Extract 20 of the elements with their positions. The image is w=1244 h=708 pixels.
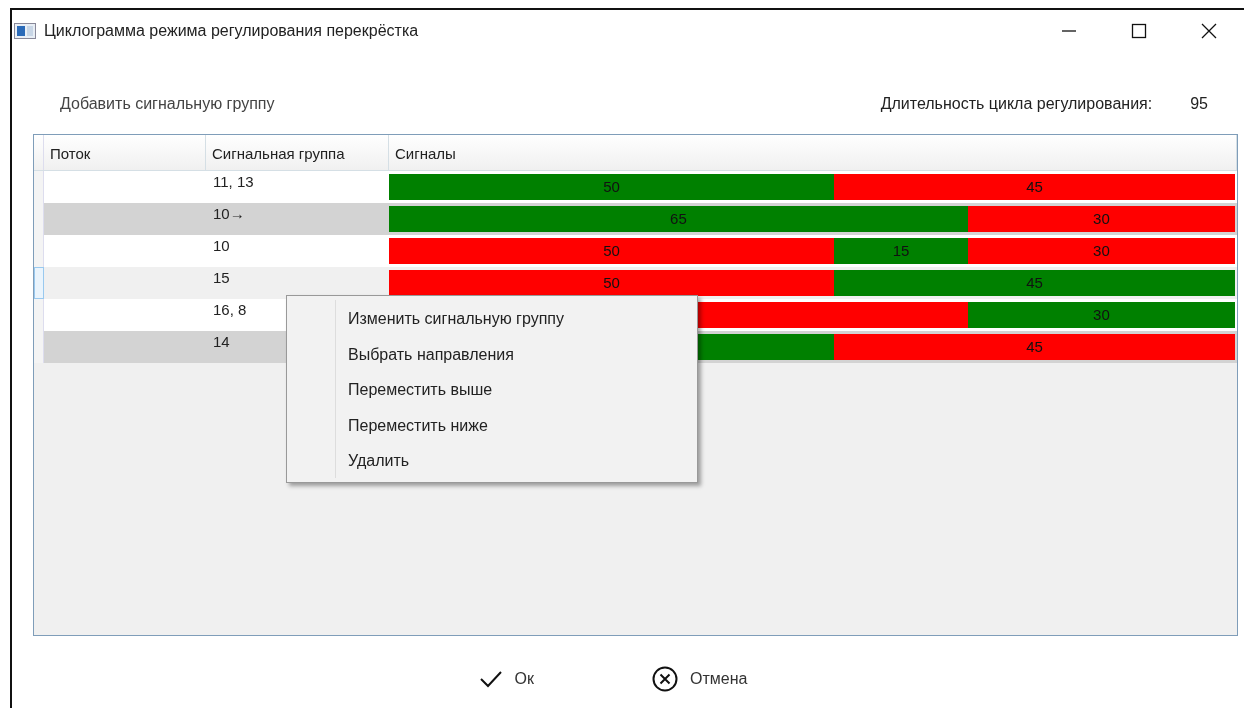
signal-segment: 50: [389, 238, 835, 264]
signal-segment: 30: [967, 238, 1235, 264]
signal-segment: 50: [389, 174, 835, 200]
cycle-label: Длительность цикла регулирования:: [880, 94, 1153, 114]
signal-segment: 15: [834, 238, 968, 264]
signal-segment: 30: [967, 302, 1235, 328]
window-title: Циклограмма режима регулирования перекрёстка: [44, 21, 420, 41]
table-cell-text: 16, 8: [212, 300, 248, 320]
signal-segment: 65: [389, 206, 968, 232]
table-cell-text: 14: [212, 332, 231, 352]
table-cell-text: 10→: [212, 204, 246, 224]
cycle-value: 95: [1190, 94, 1208, 114]
signal-segment: 45: [834, 334, 1235, 360]
signal-segment: 30: [967, 206, 1235, 232]
signal-segment: 45: [834, 174, 1235, 200]
table-cell-text: 11, 13: [212, 172, 255, 192]
signal-segment: 50: [389, 270, 835, 296]
table-cell-text: 15: [212, 268, 231, 288]
table-cell-text: 10: [212, 236, 231, 256]
signal-segment: 45: [834, 270, 1235, 296]
